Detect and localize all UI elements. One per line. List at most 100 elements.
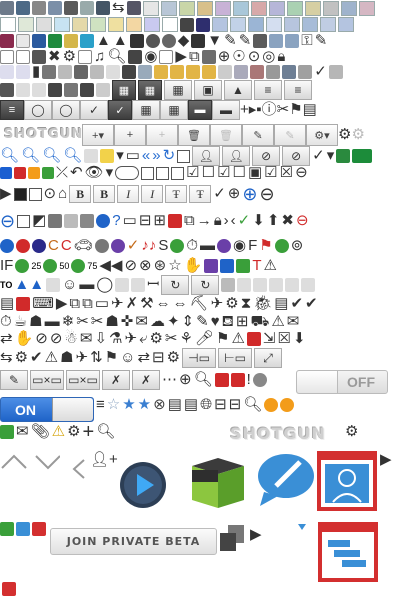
- add-user-icon[interactable]: 👤︎+: [90, 452, 118, 468]
- mail-icon: ✉: [16, 423, 29, 440]
- search-icon: 🔍︎: [193, 371, 213, 388]
- minus-icon[interactable]: ⊖: [0, 212, 15, 230]
- progress-75: 75: [87, 261, 98, 271]
- pin-button[interactable]: ✎: [0, 370, 28, 390]
- check-button-dark[interactable]: ✓: [108, 100, 132, 120]
- toggle-knob[interactable]: [52, 398, 93, 421]
- tag-icon: [196, 17, 210, 32]
- bold-button[interactable]: B: [93, 185, 116, 203]
- triangle-icon: ▲: [112, 32, 128, 49]
- progress-50: 50: [59, 261, 70, 271]
- progress-25: 25: [31, 261, 42, 271]
- sprite-row-6: ▦ ▦ ▦ ▣ ▲ ≡ ≡: [0, 80, 312, 100]
- window-button[interactable]: ▬: [188, 100, 212, 120]
- window-button[interactable]: ▬: [212, 100, 240, 120]
- lock-icon: 🔒︎: [277, 48, 286, 65]
- pencil-icon: ✎: [274, 124, 306, 146]
- close-icon[interactable]: ⊗: [153, 397, 166, 413]
- pencil-icon[interactable]: ✎: [242, 124, 274, 146]
- close-button[interactable]: ✗: [132, 370, 160, 390]
- plus-icon[interactable]: +: [240, 102, 249, 118]
- trash-icon[interactable]: 🗑︎: [178, 124, 210, 146]
- tile-icon: [232, 0, 249, 16]
- calendar-icon[interactable]: [296, 520, 380, 584]
- search-icon: 🔍︎: [42, 147, 62, 164]
- toolbar-row-1: ≡ ◯ ◯ ✓ ✓ ▦ ▦ ▬ ▬ + ▸ ▪ ⓘ ✂ ⚑ ▤: [0, 100, 317, 120]
- close-button[interactable]: ✗: [102, 370, 130, 390]
- glyph-row-4: ⇆ ⚙ ✔ ⚠ ☗ ✈ ⇅ ⚑ ☺ ⇄ ⊟ ⚙ ⊣▭ ⊢▭ ⤢: [0, 348, 283, 368]
- check-button[interactable]: ✓: [80, 100, 108, 120]
- misc-row: ✉ 📎︎ ⚠ ⚙ + 🔍︎: [0, 422, 115, 442]
- grid-button[interactable]: ▦: [160, 100, 188, 120]
- search-icon: 🔍︎: [21, 147, 41, 164]
- plus-icon[interactable]: +: [83, 422, 95, 442]
- refresh-icon[interactable]: ↻: [161, 275, 190, 295]
- toolbar-row-2: +▾ + + 🗑︎ 🗑︎ ✎ ✎ ⚙▾ ⚙ ⚙: [82, 124, 365, 146]
- cube-icon: [154, 65, 169, 79]
- bold-button[interactable]: B: [69, 185, 92, 203]
- tile-icon: [304, 0, 321, 16]
- tile-icon: [142, 0, 159, 16]
- search-icon: 🔍︎: [243, 396, 263, 413]
- calendar-icon: [2, 582, 16, 596]
- calendar-icon: [48, 1, 62, 15]
- gear-icon: ⚙: [345, 423, 359, 440]
- folder-icon: [180, 17, 194, 32]
- star-icon[interactable]: ★: [122, 397, 135, 413]
- sprite-row-search: 🔍︎ 🔍︎ 🔍︎ 🔍︎ ▾ ▭ «» ↻ 👤︎ 👤︎ ⊘ ⊘ ✓ ▾: [0, 146, 373, 166]
- grid-button[interactable]: ▦: [132, 100, 160, 120]
- chat-bubble-icon[interactable]: [256, 452, 316, 507]
- comment-icon[interactable]: ◯: [24, 100, 52, 120]
- lock-icon: 🔒︎: [213, 212, 222, 229]
- merge-button[interactable]: ▭×▭: [30, 370, 64, 390]
- gear-icon: ⚙: [67, 423, 81, 440]
- play-icon[interactable]: [118, 460, 168, 510]
- strike-button[interactable]: Ŧ: [165, 185, 188, 203]
- gear-icon: ⚙: [62, 48, 77, 65]
- gear-menu-button[interactable]: ⚙▾: [306, 124, 338, 146]
- cube-icon: [170, 65, 185, 79]
- chevron-down-icon[interactable]: [0, 448, 60, 472]
- comment-icon[interactable]: ◯: [52, 100, 80, 120]
- italic-button[interactable]: I: [141, 185, 164, 203]
- toggle-knob[interactable]: [297, 371, 338, 393]
- italic-button[interactable]: I: [117, 185, 140, 203]
- sprite-row-4: ✖ ⚙ ♫ 🔍︎ ◉ ▶ ⧉ ⊕ ☉ ⊙ ◎ 🔒︎: [0, 49, 285, 65]
- toggle-on[interactable]: ON: [0, 397, 94, 422]
- move-to-button[interactable]: ⊣▭: [182, 348, 217, 368]
- add-circle-icon[interactable]: ⊕: [242, 185, 257, 203]
- move-from-button[interactable]: ⊢▭: [218, 348, 253, 368]
- sprite-row-3: ▲ ▲ ◆ ▼ ✎ ✎ ⚿ ✎: [0, 33, 327, 49]
- search-icon: 🔍︎: [107, 48, 127, 65]
- copy-icon[interactable]: [218, 523, 246, 553]
- hide-person-button[interactable]: ⊘: [252, 146, 281, 166]
- sprite-row-5: ▮ ✓: [0, 64, 343, 80]
- merge-button[interactable]: ▭×▭: [66, 370, 100, 390]
- document-icon: [80, 1, 94, 15]
- refresh-icon[interactable]: ↻: [191, 275, 220, 295]
- sprite-row-8: C C 🚗︎ ✓ ♪♪ S ⏱︎ ▬ ◉ F ⚑ ⊚: [0, 238, 303, 254]
- play-small-icon[interactable]: ▶: [250, 527, 262, 543]
- user-card-icon[interactable]: [316, 450, 378, 512]
- join-beta-button[interactable]: JOIN PRIVATE BETA: [50, 528, 217, 555]
- play-small-icon[interactable]: ▶: [380, 452, 392, 468]
- list-button[interactable]: ≡: [0, 100, 24, 120]
- add-button[interactable]: +: [114, 124, 146, 146]
- strike-button[interactable]: Ŧ: [189, 185, 212, 203]
- document-icon: [32, 34, 46, 48]
- person-icon[interactable]: 👤︎: [222, 146, 251, 166]
- chevron-left-icon[interactable]: [72, 458, 86, 480]
- toggle-off-label: OFF: [347, 374, 375, 390]
- person-icon[interactable]: 👤︎: [192, 146, 221, 166]
- tile-icon: [322, 0, 339, 16]
- star-icon[interactable]: ★: [138, 397, 151, 413]
- expand-button[interactable]: ⤢: [254, 348, 283, 368]
- star-icon[interactable]: ☆: [107, 397, 120, 413]
- add-menu-button[interactable]: +▾: [82, 124, 114, 146]
- remove-circle-icon[interactable]: ⊖: [259, 185, 274, 203]
- tile-icon: [160, 0, 177, 16]
- toggle-off[interactable]: OFF: [296, 370, 388, 394]
- star-row: ≡ ☆ ★ ★ ⊗ ▤ ▤ 🌐︎ ⊟ ⊟ 🔍︎: [96, 396, 295, 413]
- gear-icon: ⚙: [338, 126, 352, 143]
- hide-person-button[interactable]: ⊘: [282, 146, 311, 166]
